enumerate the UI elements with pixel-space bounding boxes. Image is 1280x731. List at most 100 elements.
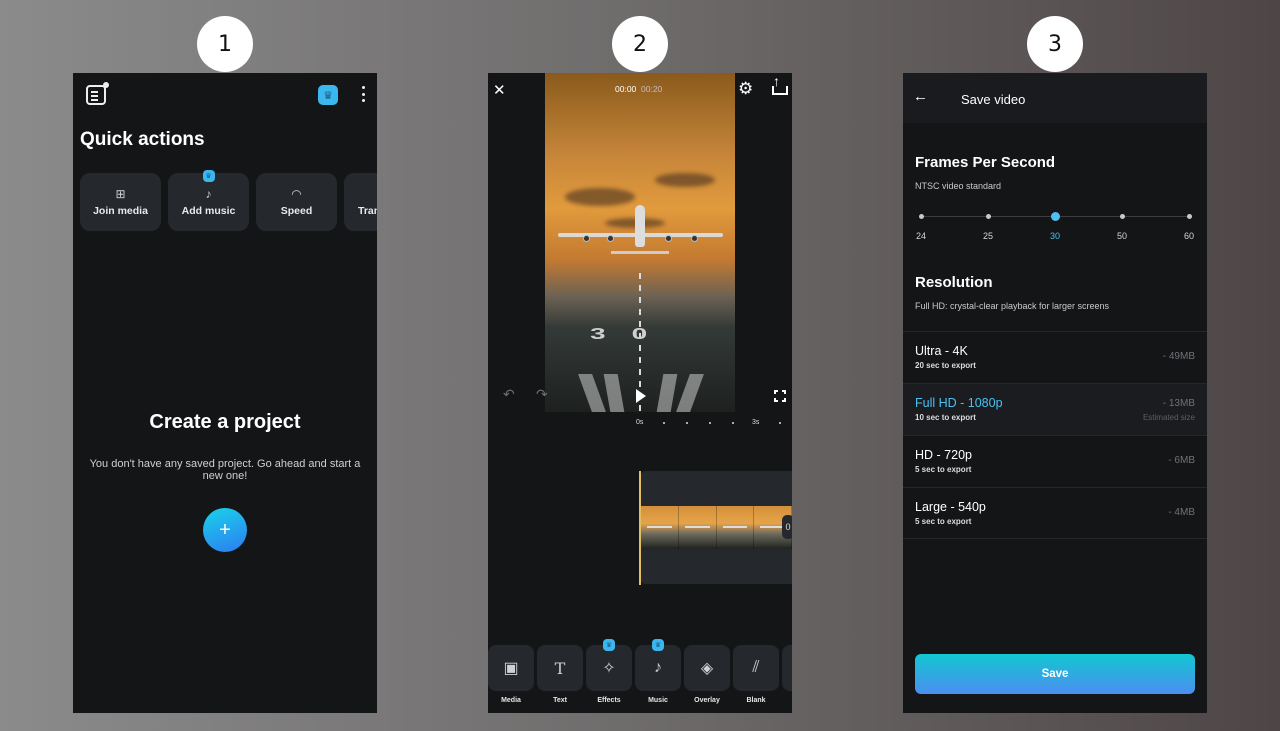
- close-icon[interactable]: ✕: [493, 81, 506, 99]
- tool-more[interactable]: [782, 645, 792, 691]
- undo-icon[interactable]: ↶: [503, 386, 515, 403]
- speedometer-icon: ◠: [291, 187, 302, 201]
- tool-label: Blank: [746, 697, 766, 704]
- estimated-size-note: Estimated size: [1142, 413, 1195, 422]
- tool-text[interactable]: T: [537, 645, 583, 691]
- export-time: 10 sec to export: [915, 413, 976, 422]
- create-project-button[interactable]: +: [203, 508, 247, 552]
- tool-label: Text: [553, 697, 567, 704]
- text-icon: T: [554, 658, 566, 678]
- editor-screen: 30 ✕ 00:00 00:20 ⚙ ↶ ↷ 0s 3s 0 ▣ T ♛✧ ♛♪…: [488, 73, 792, 713]
- fps-option-dot[interactable]: [918, 214, 924, 219]
- header-title: Save video: [961, 92, 1026, 107]
- resolution-name: HD - 720p: [915, 448, 972, 462]
- music-note-icon: ♪: [654, 659, 662, 676]
- quick-action-join-media[interactable]: ⊞ Join media: [80, 173, 161, 231]
- tool-label: Overlay: [694, 697, 720, 704]
- tool-blank[interactable]: ⫽: [733, 645, 779, 691]
- fullscreen-icon[interactable]: [773, 389, 787, 403]
- empty-state-description: You don't have any saved project. Go ahe…: [89, 458, 361, 482]
- top-bar: ♛: [73, 73, 377, 117]
- video-clip[interactable]: [641, 506, 792, 549]
- quick-action-speed[interactable]: ◠ Speed: [256, 173, 337, 231]
- step-marker-2: 2: [612, 16, 668, 72]
- join-media-icon: ⊞: [115, 187, 126, 201]
- resolution-name: Ultra - 4K: [915, 344, 968, 358]
- fps-option-label[interactable]: 30: [1045, 231, 1065, 241]
- premium-badge-icon: ♛: [603, 639, 615, 651]
- quick-action-label: Add music: [181, 205, 236, 217]
- resolution-option-720p[interactable]: HD - 720p 5 sec to export - 6MB: [903, 435, 1207, 487]
- resolution-option-1080p[interactable]: Full HD - 1080p 10 sec to export - 13MB …: [903, 383, 1207, 435]
- blank-stripes-icon: ⫽: [752, 659, 760, 676]
- file-size: - 49MB: [1162, 351, 1195, 362]
- fps-option-dot[interactable]: [1186, 214, 1192, 219]
- quick-action-transition[interactable]: Tran: [344, 173, 377, 231]
- tool-music[interactable]: ♛ ♪: [635, 639, 681, 691]
- total-duration: 00:20: [641, 84, 663, 94]
- resolution-name: Full HD - 1080p: [915, 396, 1003, 410]
- export-time: 20 sec to export: [915, 361, 976, 370]
- fps-option-label[interactable]: 60: [1179, 231, 1199, 241]
- fps-option-label[interactable]: 25: [978, 231, 998, 241]
- quick-action-add-music[interactable]: ♛ ♪ Add music: [168, 170, 249, 231]
- toolbar-labels: Media Text Effects Music Overlay Blank: [488, 697, 779, 704]
- magic-wand-icon: ✧: [602, 660, 616, 677]
- fps-title: Frames Per Second: [915, 154, 1056, 171]
- resolution-option-540p[interactable]: Large - 540p 5 sec to export - 4MB: [903, 487, 1207, 539]
- fps-option-label[interactable]: 24: [911, 231, 931, 241]
- file-size: - 6MB: [1168, 455, 1195, 466]
- tool-overlay[interactable]: ◈: [684, 645, 730, 691]
- video-preview[interactable]: 30: [545, 73, 735, 412]
- play-icon[interactable]: [636, 389, 646, 403]
- music-note-icon: ♪: [205, 187, 212, 201]
- media-play-icon: ▣: [503, 660, 519, 677]
- home-screen: ♛ Quick actions ⊞ Join media ♛ ♪ Add mus…: [73, 73, 377, 713]
- quick-action-label: Tran: [358, 205, 377, 217]
- playhead[interactable]: [639, 471, 641, 585]
- export-share-icon[interactable]: [772, 73, 788, 95]
- editor-toolbar: ▣ T ♛ ✧ ♛ ♪ ◈ ⫽: [488, 639, 792, 691]
- fps-option-dot[interactable]: [985, 214, 991, 219]
- quick-action-label: Speed: [280, 205, 313, 217]
- resolution-name: Large - 540p: [915, 500, 986, 514]
- fps-option-dot[interactable]: [1119, 214, 1125, 219]
- premium-badge-icon: ♛: [202, 170, 215, 182]
- premium-badge-icon: ♛: [652, 639, 664, 651]
- projects-menu-icon[interactable]: [86, 82, 109, 105]
- more-options-icon[interactable]: [361, 86, 365, 102]
- quick-actions-row: ⊞ Join media ♛ ♪ Add music ◠ Speed Tran: [80, 170, 377, 231]
- file-size: - 4MB: [1168, 507, 1195, 518]
- header: ← Save video: [903, 73, 1207, 123]
- file-size: - 13MB: [1162, 398, 1195, 409]
- step-marker-3: 3: [1027, 16, 1083, 72]
- tool-effects[interactable]: ♛ ✧: [586, 639, 632, 691]
- back-arrow-icon[interactable]: ←: [913, 88, 928, 105]
- settings-gear-icon[interactable]: ⚙: [738, 79, 753, 99]
- step-marker-1: 1: [197, 16, 253, 72]
- export-time: 5 sec to export: [915, 517, 972, 526]
- save-video-screen: ← Save video Frames Per Second NTSC vide…: [903, 73, 1207, 713]
- premium-crown-icon[interactable]: ♛: [318, 85, 338, 105]
- resolution-title: Resolution: [915, 274, 993, 291]
- layers-icon: ◈: [700, 660, 714, 677]
- timeline-ruler-start: 0s: [636, 419, 644, 426]
- current-time: 00:00: [615, 84, 637, 94]
- plus-icon: +: [219, 518, 231, 541]
- clip-trim-handle[interactable]: 0: [782, 515, 792, 539]
- fps-subtitle: NTSC video standard: [915, 181, 1002, 191]
- tool-label: Effects: [597, 697, 621, 704]
- tool-label: Music: [648, 697, 668, 704]
- fps-option-dot[interactable]: [1050, 212, 1060, 221]
- tool-media[interactable]: ▣: [488, 645, 534, 691]
- timeline-ruler-mark: 3s: [752, 419, 760, 426]
- quick-action-label: Join media: [93, 205, 148, 217]
- empty-state-title: Create a project: [149, 411, 301, 433]
- fps-option-label[interactable]: 50: [1112, 231, 1132, 241]
- resolution-subtitle: Full HD: crystal-clear playback for larg…: [915, 301, 1110, 311]
- resolution-option-4k[interactable]: Ultra - 4K 20 sec to export - 49MB: [903, 331, 1207, 383]
- quick-actions-title: Quick actions: [80, 129, 205, 150]
- save-button[interactable]: Save: [915, 654, 1195, 694]
- redo-icon[interactable]: ↷: [536, 386, 548, 403]
- export-time: 5 sec to export: [915, 465, 972, 474]
